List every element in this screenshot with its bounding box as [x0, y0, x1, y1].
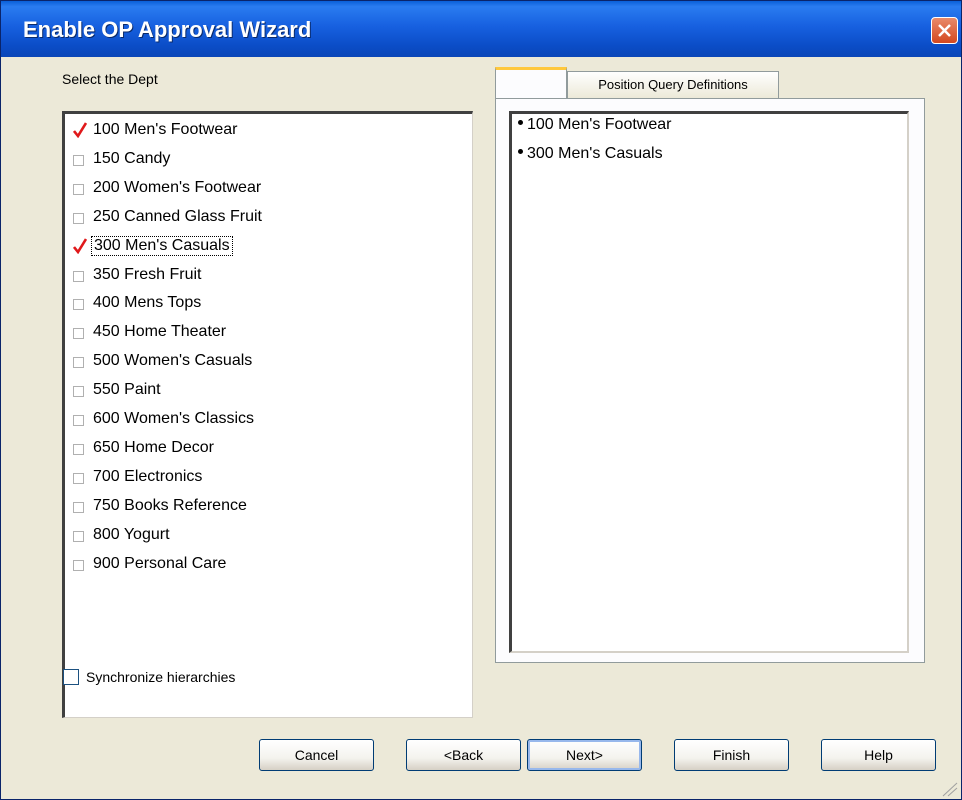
- dept-list-item-label: 550 Paint: [93, 381, 161, 399]
- window-title: Enable OP Approval Wizard: [23, 17, 312, 42]
- dept-list-item-label: 350 Fresh Fruit: [93, 265, 202, 283]
- tab-position-query-definitions-label: Position Query Definitions: [598, 77, 748, 92]
- dept-list-item-label: 600 Women's Classics: [93, 410, 255, 427]
- bullet-icon: [518, 120, 523, 126]
- unchecked-checkbox-icon[interactable]: [73, 154, 84, 166]
- dept-list-item-label: 650 Home Decor: [93, 438, 214, 456]
- dept-list-item-label: 100 Men's Footwear: [93, 121, 238, 138]
- synchronize-hierarchies-label[interactable]: Synchronize hierarchies: [86, 669, 235, 685]
- tab-panel: 100 Men's Footwear 300 Men's Casuals: [495, 98, 925, 663]
- bullet-icon: [518, 148, 523, 154]
- dept-list-item-label: 200 Women's Footwear: [93, 178, 262, 196]
- back-button[interactable]: <Back: [406, 739, 521, 771]
- selected-list-item[interactable]: 300 Men's Casuals: [518, 145, 663, 163]
- finish-button[interactable]: Finish: [674, 739, 789, 771]
- checked-checkbox-icon[interactable]: [73, 237, 87, 254]
- synchronize-hierarchies-checkbox[interactable]: [63, 669, 79, 685]
- dept-selector-label: Select the Dept: [62, 71, 158, 87]
- dept-list-item-label: 750 Books Reference: [93, 496, 247, 514]
- selected-list-item[interactable]: 100 Men's Footwear: [518, 116, 671, 134]
- selected-depts-list[interactable]: 100 Men's Footwear 300 Men's Casuals: [509, 111, 909, 653]
- unchecked-checkbox-icon[interactable]: [73, 212, 84, 224]
- unchecked-checkbox-icon[interactable]: [73, 415, 84, 426]
- close-button[interactable]: [931, 17, 958, 44]
- dept-list-item-label: 700 Electronics: [93, 467, 203, 485]
- dept-list-item-label: 900 Personal Care: [93, 554, 227, 572]
- unchecked-checkbox-icon[interactable]: [73, 183, 84, 195]
- dialog-body: Select the Dept 100 Men's Footwear 150 Ca…: [10, 57, 954, 792]
- dept-list-item-label: 450 Home Theater: [93, 323, 227, 341]
- next-button[interactable]: Next>: [527, 739, 642, 771]
- dept-list-item-label: 800 Yogurt: [93, 525, 170, 543]
- dept-list-item-label: 150 Candy: [93, 149, 171, 167]
- dept-list-item-label: 400 Mens Tops: [93, 294, 202, 312]
- unchecked-checkbox-icon[interactable]: [73, 386, 84, 398]
- wizard-window: Enable OP Approval Wizard Select the Dep…: [0, 0, 962, 800]
- unchecked-checkbox-icon[interactable]: [73, 299, 84, 311]
- cancel-button[interactable]: Cancel: [259, 739, 374, 771]
- unchecked-checkbox-icon[interactable]: [73, 443, 84, 455]
- unchecked-checkbox-icon[interactable]: [73, 328, 84, 340]
- close-icon: [938, 24, 951, 37]
- selected-list-item-label: 300 Men's Casuals: [527, 144, 663, 162]
- title-bar[interactable]: Enable OP Approval Wizard: [1, 1, 961, 57]
- unchecked-checkbox-icon[interactable]: [73, 357, 84, 369]
- selected-list-item-label: 100 Men's Footwear: [527, 116, 672, 133]
- dept-list[interactable]: 100 Men's Footwear 150 Candy 200 Women's F…: [62, 111, 473, 718]
- unchecked-checkbox-icon[interactable]: [73, 530, 84, 542]
- tab-position-query-definitions[interactable]: Position Query Definitions: [567, 71, 779, 98]
- unchecked-checkbox-icon[interactable]: [73, 501, 84, 513]
- dept-list-item-label: 500 Women's Casuals: [93, 352, 253, 370]
- help-button[interactable]: Help: [821, 739, 936, 771]
- dept-list-item-label: 250 Canned Glass Fruit: [93, 207, 262, 225]
- resize-grip-icon[interactable]: [931, 779, 959, 797]
- unchecked-checkbox-icon[interactable]: [73, 472, 84, 484]
- checked-checkbox-icon[interactable]: [73, 122, 87, 138]
- unchecked-checkbox-icon[interactable]: [73, 270, 84, 282]
- tab-selected-depts[interactable]: [495, 67, 567, 99]
- dept-list-item-label: 300 Men's Casuals: [91, 235, 233, 256]
- unchecked-checkbox-icon[interactable]: [73, 559, 84, 571]
